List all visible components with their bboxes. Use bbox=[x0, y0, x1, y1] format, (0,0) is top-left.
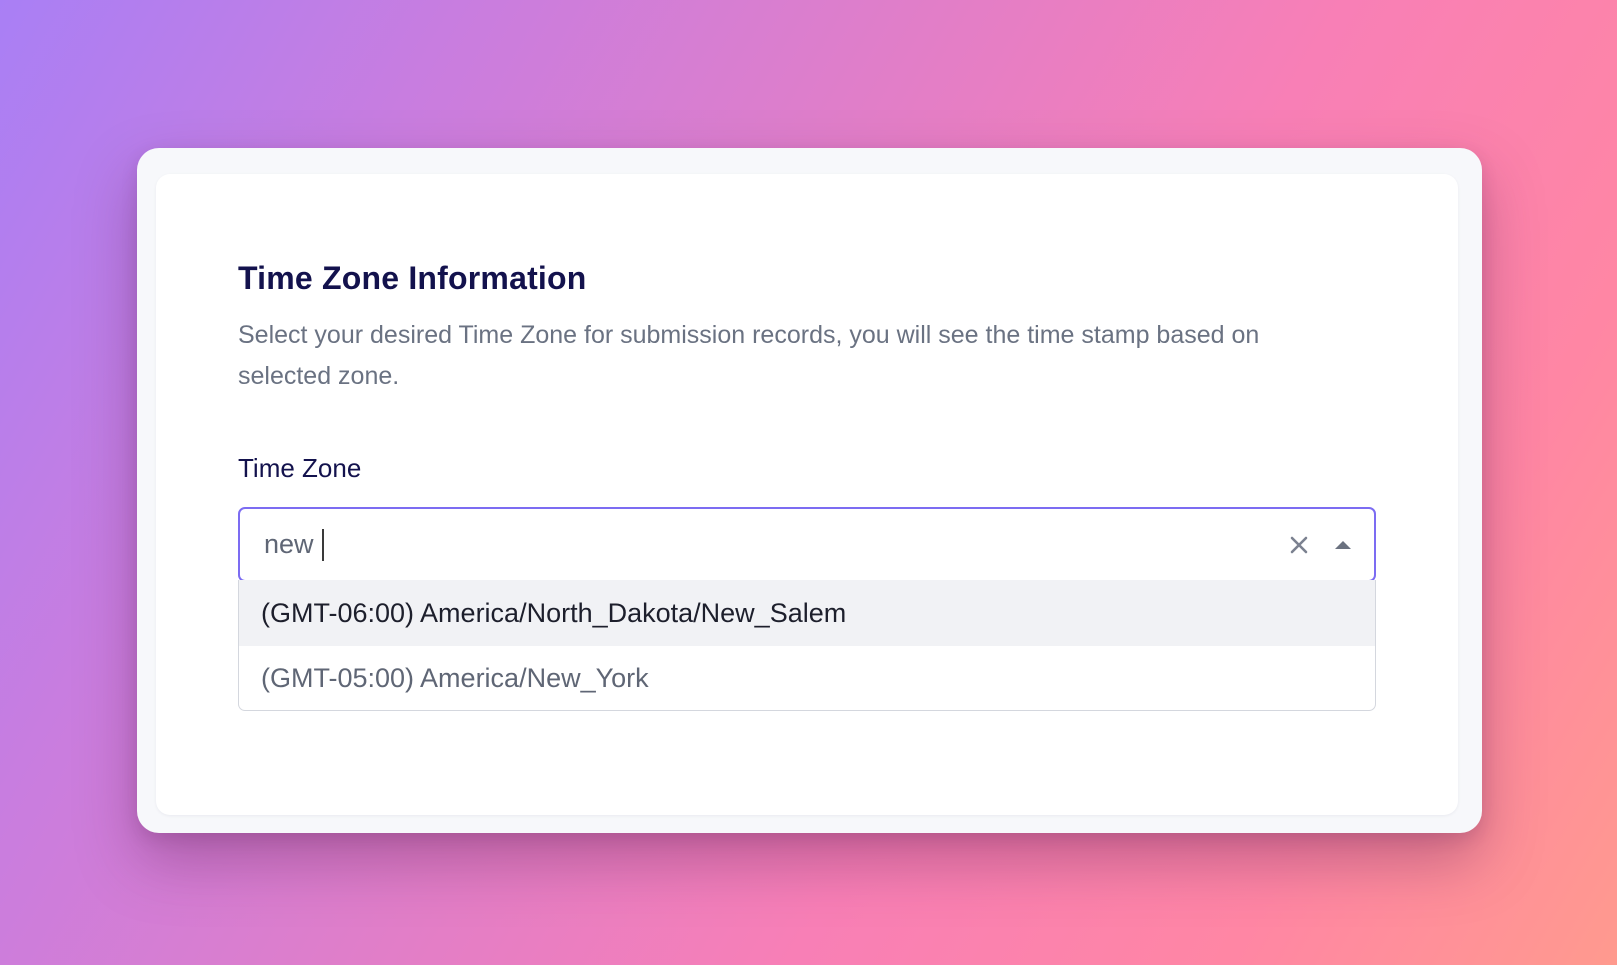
section-description: Select your desired Time Zone for submis… bbox=[238, 321, 1260, 390]
timezone-search-input[interactable]: new bbox=[264, 528, 324, 561]
dropdown-option[interactable]: (GMT-05:00) America/New_York bbox=[239, 646, 1375, 710]
timezone-label: Time Zone bbox=[238, 453, 362, 483]
close-icon[interactable] bbox=[1286, 532, 1312, 558]
search-value: new bbox=[264, 529, 314, 559]
window-frame: Time Zone Information Select your desire… bbox=[137, 148, 1482, 833]
dropdown-option[interactable]: (GMT-06:00) America/North_Dakota/New_Sal… bbox=[239, 580, 1375, 646]
text-cursor bbox=[321, 528, 324, 561]
option-label: (GMT-06:00) America/North_Dakota/New_Sal… bbox=[261, 597, 847, 628]
timezone-section: Time Zone Information Select your desire… bbox=[238, 258, 1376, 711]
option-label: (GMT-05:00) America/New_York bbox=[261, 662, 649, 693]
timezone-select[interactable]: new (GMT-06:00) America/North_Dakota/New… bbox=[238, 507, 1376, 711]
section-title: Time Zone Information bbox=[238, 260, 587, 296]
timezone-dropdown: (GMT-06:00) America/North_Dakota/New_Sal… bbox=[238, 580, 1376, 711]
settings-card: Time Zone Information Select your desire… bbox=[156, 174, 1458, 815]
timezone-search-field[interactable]: new bbox=[238, 507, 1376, 582]
caret-up-icon[interactable] bbox=[1330, 532, 1356, 558]
